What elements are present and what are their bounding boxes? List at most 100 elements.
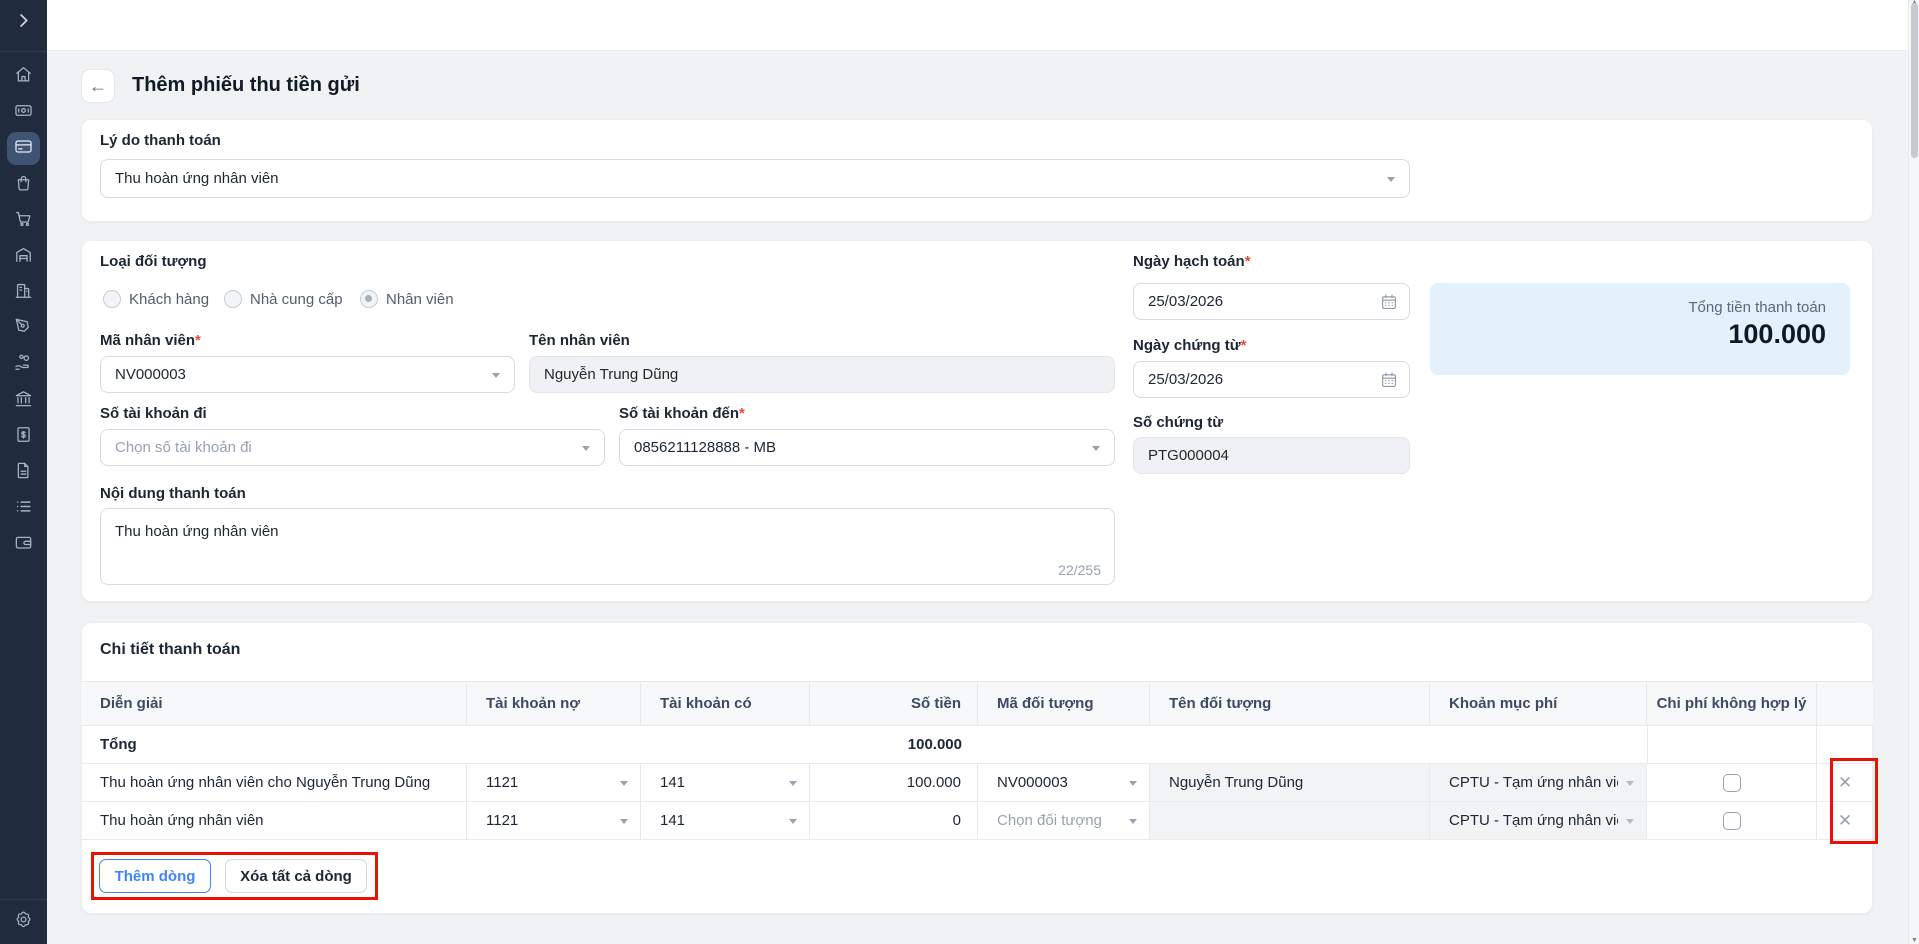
sidebar-item-tools[interactable] xyxy=(7,312,40,345)
table-row: Thu hoàn ứng nhân viên cho Nguyễn Trung … xyxy=(81,764,1873,802)
chevron-down-icon xyxy=(492,373,500,378)
delete-row-icon[interactable]: ✕ xyxy=(1838,773,1852,793)
employee-name-field: Nguyễn Trung Dũng xyxy=(529,356,1115,393)
account-from-label: Số tài khoản đi xyxy=(100,405,207,422)
payment-reason-select[interactable]: Thu hoàn ứng nhân viên xyxy=(100,159,1410,198)
row-object-name: Nguyễn Trung Dũng xyxy=(1150,764,1430,801)
invalid-expense-checkbox[interactable] xyxy=(1723,774,1741,792)
radio-employee-label: Nhân viên xyxy=(386,291,454,308)
document-date-input[interactable]: 25/03/2026 xyxy=(1133,361,1410,398)
radio-supplier-label: Nhà cung cấp xyxy=(250,291,343,308)
row-description[interactable]: Thu hoàn ứng nhân viên xyxy=(81,802,467,839)
row-debit-select[interactable]: 1121 xyxy=(467,802,641,839)
sidebar-expand-button[interactable] xyxy=(7,6,40,39)
sidebar-bottom-divider xyxy=(0,899,47,900)
row-object-name xyxy=(1150,802,1430,839)
chevron-down-icon xyxy=(789,819,797,824)
back-button[interactable]: ← xyxy=(81,69,115,103)
delete-all-rows-button[interactable]: Xóa tất cả dòng xyxy=(225,859,367,893)
col-invalid-expense: Chi phí không hợp lý xyxy=(1647,682,1817,725)
invalid-expense-checkbox[interactable] xyxy=(1723,812,1741,830)
table-row: Thu hoàn ứng nhân viên 1121 141 0 Chọn đ… xyxy=(81,802,1873,840)
chevron-down-icon xyxy=(789,781,797,786)
sidebar-item-cash[interactable] xyxy=(7,96,40,129)
sidebar-item-settings[interactable] xyxy=(7,905,40,938)
radio-supplier xyxy=(224,290,242,308)
chevron-down-icon xyxy=(620,819,628,824)
sidebar-item-invoice[interactable]: $ xyxy=(7,420,40,453)
file-text-icon xyxy=(14,461,33,485)
svg-text:$: $ xyxy=(21,430,26,439)
row-expense-item: CPTU - Tạm ứng nhân viên xyxy=(1430,764,1647,801)
total-row-label: Tổng xyxy=(81,726,467,763)
col-description: Diễn giải xyxy=(81,682,467,725)
sidebar-item-documents[interactable] xyxy=(7,456,40,489)
row-object-code-select[interactable]: NV000003 xyxy=(978,764,1150,801)
row-invalid-expense-cell xyxy=(1647,764,1817,801)
account-to-value: 0856211128888 - MB xyxy=(634,439,776,456)
sidebar-item-warehouse[interactable] xyxy=(7,240,40,273)
row-description[interactable]: Thu hoàn ứng nhân viên cho Nguyễn Trung … xyxy=(81,764,467,801)
sidebar-item-company[interactable] xyxy=(7,276,40,309)
col-object-code: Mã đối tượng xyxy=(978,682,1150,725)
total-amount-value: 100.000 xyxy=(1728,319,1826,350)
payment-content-textarea[interactable]: Thu hoàn ứng nhân viên 22/255 xyxy=(100,508,1115,585)
account-from-select[interactable]: Chọn số tài khoản đi xyxy=(100,429,605,466)
sidebar-item-home[interactable] xyxy=(7,60,40,93)
list-icon xyxy=(14,497,33,521)
col-expense-item: Khoản mục phí xyxy=(1430,682,1647,725)
sidebar-item-sales[interactable] xyxy=(7,204,40,237)
account-to-select[interactable]: 0856211128888 - MB xyxy=(619,429,1115,466)
shopping-bag-icon xyxy=(14,173,33,197)
scrollbar-thumb[interactable] xyxy=(1911,3,1918,158)
calendar-icon[interactable] xyxy=(1380,293,1398,311)
col-debit-account: Tài khoản nợ xyxy=(467,682,641,725)
sidebar-item-payroll[interactable] xyxy=(7,348,40,381)
row-object-code-select[interactable]: Chọn đối tượng xyxy=(978,802,1150,839)
building-icon xyxy=(14,281,33,305)
scrollbar-down-arrow[interactable]: ▼ xyxy=(1910,937,1919,944)
row-expense-item: CPTU - Tạm ứng nhân viên xyxy=(1430,802,1647,839)
invoice-dollar-icon: $ xyxy=(14,425,33,449)
account-to-label: Số tài khoản đến* xyxy=(619,405,745,422)
delete-row-icon[interactable]: ✕ xyxy=(1838,811,1852,831)
sidebar-item-bank[interactable] xyxy=(7,384,40,417)
payment-details-title: Chi tiết thanh toán xyxy=(100,641,240,659)
chevron-down-icon xyxy=(1626,781,1634,786)
payment-reason-value: Thu hoàn ứng nhân viên xyxy=(115,170,279,187)
warehouse-icon xyxy=(14,245,33,269)
table-header-row: Diễn giải Tài khoản nợ Tài khoản có Số t… xyxy=(81,681,1873,726)
chevron-down-icon xyxy=(1626,819,1634,824)
chevron-right-icon xyxy=(14,11,33,35)
employee-name-label: Tên nhân viên xyxy=(529,332,630,349)
calendar-icon[interactable] xyxy=(1380,371,1398,389)
sidebar-item-purchases[interactable] xyxy=(7,168,40,201)
row-actions-cell: ✕ xyxy=(1817,802,1873,839)
row-actions-cell: ✕ xyxy=(1817,764,1873,801)
payment-reason-label: Lý do thanh toán xyxy=(100,132,221,149)
total-amount-label: Tổng tiền thanh toán xyxy=(1688,299,1826,316)
posting-date-input[interactable]: 25/03/2026 xyxy=(1133,283,1410,320)
row-amount[interactable]: 100.000 xyxy=(810,764,978,801)
payment-content-label: Nội dung thanh toán xyxy=(100,485,246,502)
row-debit-select[interactable]: 1121 xyxy=(467,764,641,801)
sidebar: $ xyxy=(0,0,47,944)
radio-customer-label: Khách hàng xyxy=(129,291,209,308)
sidebar-item-wallet[interactable] xyxy=(7,528,40,561)
object-type-label: Loại đối tượng xyxy=(100,253,207,270)
back-arrow-icon: ← xyxy=(89,76,107,97)
employee-code-select[interactable]: NV000003 xyxy=(100,356,515,393)
row-credit-select[interactable]: 141 xyxy=(641,764,810,801)
add-row-button[interactable]: Thêm dòng xyxy=(99,859,211,893)
row-credit-select[interactable]: 141 xyxy=(641,802,810,839)
row-amount[interactable]: 0 xyxy=(810,802,978,839)
sidebar-item-bank-deposit[interactable] xyxy=(7,132,40,165)
wallet-icon xyxy=(14,533,33,557)
row-invalid-expense-cell xyxy=(1647,802,1817,839)
radio-customer xyxy=(103,290,121,308)
document-date-value: 25/03/2026 xyxy=(1148,371,1223,388)
shopping-cart-icon xyxy=(14,209,33,233)
gear-icon xyxy=(14,910,33,934)
page-scrollbar[interactable]: ▲ ▼ xyxy=(1908,0,1919,944)
sidebar-item-list[interactable] xyxy=(7,492,40,525)
